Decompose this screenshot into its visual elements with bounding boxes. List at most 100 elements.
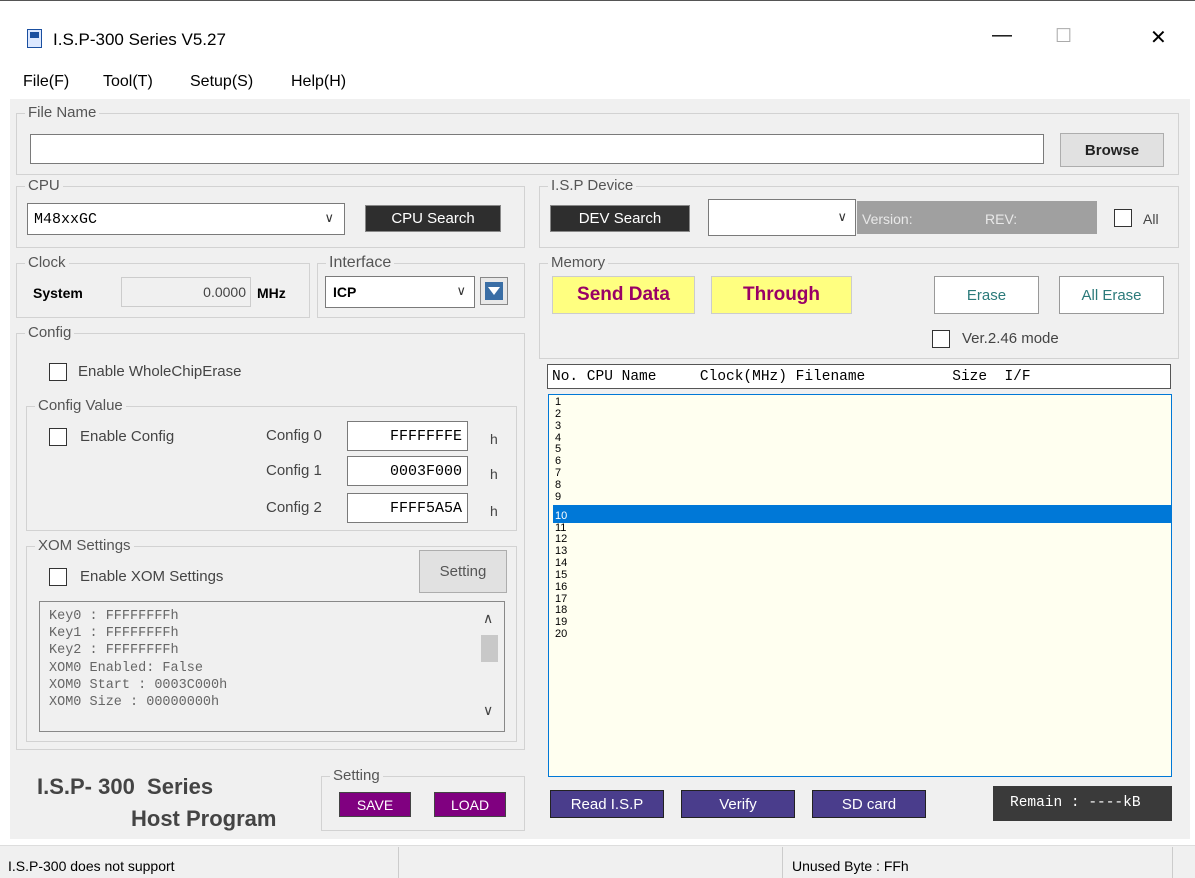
table-row[interactable]: 7 <box>553 467 1171 480</box>
table-row[interactable]: 16 <box>553 581 1171 594</box>
clock-value-field: 0.0000 <box>121 277 251 307</box>
config-2-unit: h <box>490 503 498 519</box>
all-label: All <box>1143 211 1159 227</box>
xom-line: Key1 : FFFFFFFFh <box>49 626 179 642</box>
table-row[interactable]: 9 <box>553 491 1171 504</box>
table-row[interactable]: 15 <box>553 569 1171 582</box>
cpu-select-value: M48xxGC <box>34 210 98 228</box>
system-label: System <box>33 285 83 301</box>
isp-device-label: I.S.P Device <box>548 176 637 196</box>
ver-mode-checkbox[interactable] <box>932 330 950 348</box>
branding-line-2: Host Program <box>131 806 277 831</box>
chevron-down-icon: ∨ <box>456 283 466 298</box>
close-button[interactable]: ✕ <box>1150 25 1167 50</box>
table-row[interactable]: 20 <box>553 628 1171 641</box>
interface-dropdown-icon[interactable] <box>480 277 508 305</box>
table-row[interactable]: 3 <box>553 420 1171 433</box>
enable-xom-checkbox[interactable] <box>49 568 67 586</box>
app-icon <box>27 29 42 48</box>
table-row[interactable]: 4 <box>553 432 1171 445</box>
cpu-label: CPU <box>25 176 63 196</box>
all-checkbox[interactable] <box>1114 209 1132 227</box>
config-0-input[interactable]: FFFFFFFE <box>347 421 468 451</box>
xom-setting-button[interactable]: Setting <box>419 550 507 593</box>
xom-scrollbar[interactable]: ∧ ∨ <box>475 602 504 731</box>
menu-tool[interactable]: Tool(T) <box>103 73 153 91</box>
config-1-label: Config 1 <box>266 462 322 479</box>
xom-text-box[interactable]: Key0 : FFFFFFFFh Key1 : FFFFFFFFh Key2 :… <box>39 601 505 732</box>
table-row[interactable]: 2 <box>553 408 1171 421</box>
chevron-down-icon: ∨ <box>837 209 847 224</box>
table-row[interactable]: 8 <box>553 479 1171 492</box>
config-value-label: Config Value <box>35 396 126 416</box>
table-row[interactable]: 17 <box>553 593 1171 606</box>
table-row[interactable]: 12 <box>553 534 1171 546</box>
clock-label: Clock <box>25 253 69 273</box>
status-text-left: I.S.P-300 does not support <box>8 858 175 874</box>
dev-search-button[interactable]: DEV Search <box>550 205 690 232</box>
xom-line: XOM0 Size : 00000000h <box>49 695 220 711</box>
config-2-label: Config 2 <box>266 499 322 516</box>
config-1-input[interactable]: 0003F000 <box>347 456 468 486</box>
browse-button[interactable]: Browse <box>1060 133 1164 167</box>
enable-config-checkbox[interactable] <box>49 428 67 446</box>
verify-button[interactable]: Verify <box>681 790 795 818</box>
load-button[interactable]: LOAD <box>434 792 506 817</box>
scroll-thumb[interactable] <box>481 635 498 662</box>
table-row[interactable]: 14 <box>553 557 1171 570</box>
status-divider <box>782 847 783 878</box>
table-header: No. CPU Name Clock(MHz) Filename Size I/… <box>547 364 1171 389</box>
config-2-input[interactable]: FFFF5A5A <box>347 493 468 523</box>
maximize-button[interactable]: ☐ <box>1055 25 1072 48</box>
config-0-label: Config 0 <box>266 427 322 444</box>
xom-line: XOM0 Enabled: False <box>49 660 203 676</box>
file-name-input[interactable] <box>30 134 1044 164</box>
all-erase-button[interactable]: All Erase <box>1059 276 1164 314</box>
menu-help[interactable]: Help(H) <box>291 73 346 91</box>
table-row[interactable]: 18 <box>553 605 1171 617</box>
table-row[interactable]: 1 <box>553 396 1171 409</box>
menu-setup[interactable]: Setup(S) <box>190 73 253 91</box>
clock-unit: MHz <box>257 285 286 301</box>
cpu-search-button[interactable]: CPU Search <box>365 205 501 232</box>
device-select[interactable]: ∨ <box>708 199 856 236</box>
status-text-right: Unused Byte : FFh <box>792 858 909 874</box>
scroll-down-icon[interactable]: ∨ <box>483 702 493 719</box>
table-row[interactable]: 13 <box>553 545 1171 558</box>
save-button[interactable]: SAVE <box>339 792 411 817</box>
xom-settings-label: XOM Settings <box>35 536 134 556</box>
through-button[interactable]: Through <box>711 276 852 314</box>
interface-label: Interface <box>326 253 395 273</box>
xom-line: Key2 : FFFFFFFFh <box>49 643 179 659</box>
chevron-down-icon: ∨ <box>324 210 334 225</box>
interface-select[interactable]: ICP ∨ <box>325 276 475 308</box>
cpu-select[interactable]: M48xxGC ∨ <box>27 203 345 235</box>
table-row[interactable]: 5 <box>553 444 1171 456</box>
menu-file[interactable]: File(F) <box>23 73 69 91</box>
minimize-button[interactable]: — <box>992 24 1012 47</box>
whole-chip-erase-checkbox[interactable] <box>49 363 67 381</box>
table-row[interactable]: 10 <box>553 504 1171 523</box>
read-isp-button[interactable]: Read I.S.P <box>550 790 664 818</box>
branding-line-1: I.S.P- 300 Series <box>37 774 214 799</box>
remain-display: Remain : ----kB <box>993 786 1172 821</box>
erase-button[interactable]: Erase <box>934 276 1039 314</box>
scroll-up-icon[interactable]: ∧ <box>483 610 493 627</box>
status-divider <box>1172 847 1173 878</box>
menu-bar <box>0 63 1195 99</box>
version-label: Version: <box>862 211 913 227</box>
config-label: Config <box>25 323 75 343</box>
table-row[interactable]: 19 <box>553 616 1171 629</box>
sd-card-button[interactable]: SD card <box>812 790 926 818</box>
config-1-unit: h <box>490 466 498 482</box>
table-row[interactable]: 6 <box>553 455 1171 468</box>
setting-label: Setting <box>330 766 383 786</box>
xom-line: Key0 : FFFFFFFFh <box>49 609 179 624</box>
send-data-button[interactable]: Send Data <box>552 276 695 314</box>
xom-line: XOM0 Start : 0003C000h <box>49 677 228 693</box>
table-row[interactable]: 11 <box>553 522 1171 535</box>
whole-chip-erase-label: Enable WholeChipErase <box>78 363 242 380</box>
window-title: I.S.P-300 Series V5.27 <box>53 30 226 49</box>
enable-config-label: Enable Config <box>80 428 175 445</box>
memory-label: Memory <box>548 253 609 273</box>
